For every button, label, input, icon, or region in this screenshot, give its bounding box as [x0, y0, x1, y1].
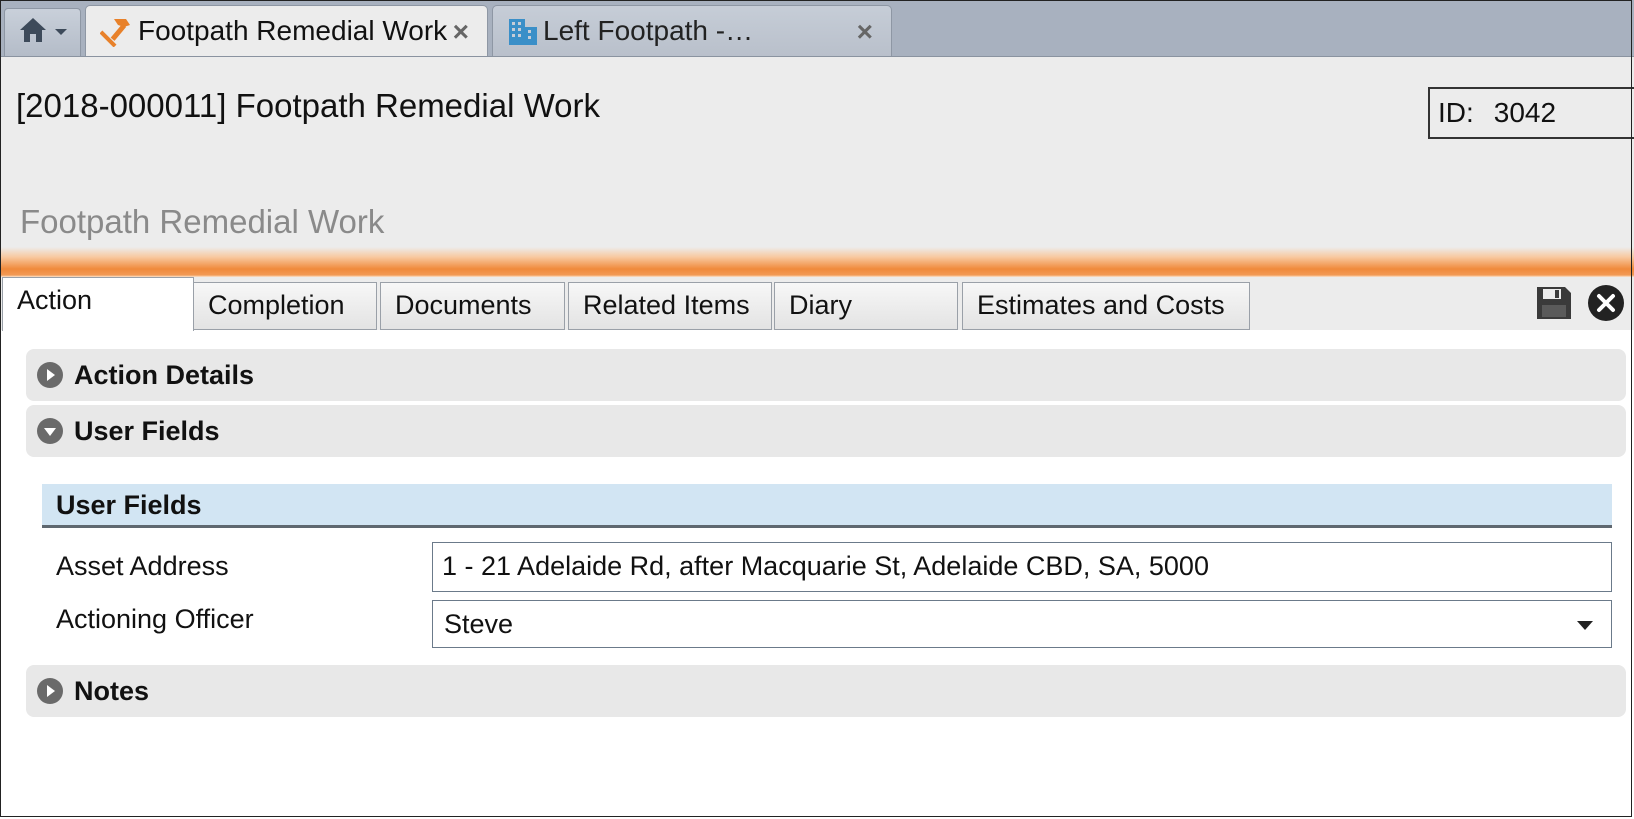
asset-address-label: Asset Address [56, 551, 229, 581]
form-tab-bar: Action Completion Documents Related Item… [0, 277, 1634, 331]
window-tab-label: Footpath Remedial Work [138, 15, 448, 46]
window-tab-left-footpath[interactable]: Left Footpath -… × [492, 5, 892, 56]
section-user-fields[interactable]: User Fields [26, 405, 1626, 457]
record-header: [2018-000011] Footpath Remedial Work ID:… [0, 57, 1634, 277]
section-notes[interactable]: Notes [26, 665, 1626, 717]
id-label: ID: [1438, 97, 1474, 128]
home-icon [18, 16, 48, 49]
actioning-officer-label: Actioning Officer [56, 604, 254, 634]
building-icon [507, 15, 539, 47]
expand-arrow-icon [36, 677, 64, 705]
chevron-down-icon [54, 24, 68, 42]
user-fields-panel-header: User Fields [42, 484, 1612, 528]
tab-diary[interactable]: Diary [774, 282, 958, 330]
tab-related-items[interactable]: Related Items [568, 282, 772, 330]
asset-address-field[interactable]: 1 - 21 Adelaide Rd, after Macquarie St, … [432, 542, 1612, 592]
section-action-details[interactable]: Action Details [26, 349, 1626, 401]
save-icon[interactable] [1535, 285, 1573, 326]
chevron-down-icon [1577, 621, 1593, 630]
hammer-icon [100, 15, 134, 47]
close-record-icon[interactable] [1587, 284, 1625, 327]
page-title: [2018-000011] Footpath Remedial Work [16, 87, 600, 124]
page-subtitle: Footpath Remedial Work [20, 203, 385, 240]
section-title: Notes [74, 675, 150, 706]
section-title: User Fields [74, 415, 220, 446]
actioning-officer-select[interactable]: Steve [432, 600, 1612, 648]
close-icon[interactable]: × [453, 16, 469, 48]
window-tab-footpath-remedial-work[interactable]: Footpath Remedial Work × [85, 5, 488, 56]
window-tab-bar: Footpath Remedial Work × Left Footpath -… [0, 0, 1634, 57]
actioning-officer-value: Steve [444, 609, 514, 639]
window-tab-label: Left Footpath -… [543, 15, 754, 46]
tab-estimates-and-costs[interactable]: Estimates and Costs [962, 282, 1250, 330]
collapse-arrow-icon [36, 417, 64, 445]
tab-documents[interactable]: Documents [380, 282, 565, 330]
section-title: Action Details [74, 359, 255, 390]
expand-arrow-icon [36, 361, 64, 389]
close-icon[interactable]: × [857, 16, 873, 48]
tab-action[interactable]: Action [2, 277, 194, 331]
home-menu-button[interactable] [4, 8, 81, 56]
tab-completion[interactable]: Completion [193, 282, 377, 330]
id-value: 3042 [1493, 97, 1557, 128]
record-id-badge: ID: 3042 [1428, 87, 1634, 139]
